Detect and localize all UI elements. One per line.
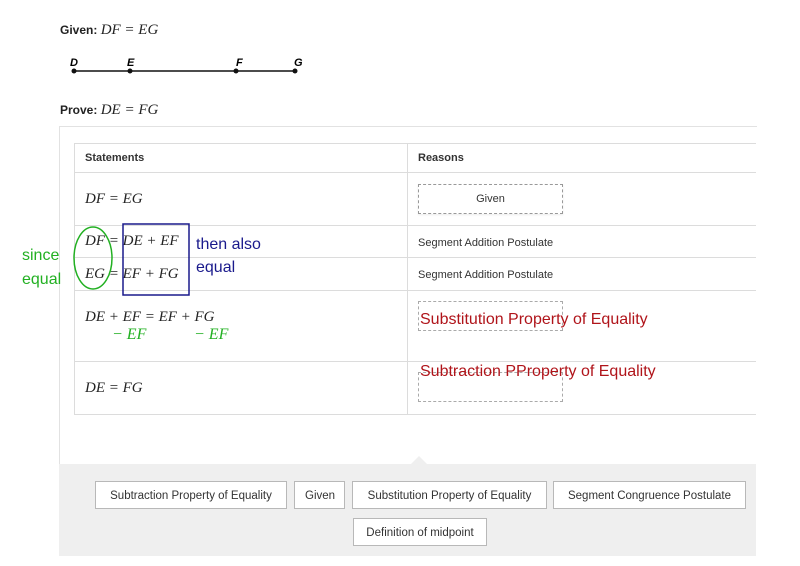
green-circle-annotation [73, 226, 113, 290]
annotation-equal-left: equal [22, 271, 62, 288]
annotation-reason-4: Substitution Property of Equality [420, 311, 648, 328]
annotation-reason-5: Subtraction PProperty of Equality [420, 363, 656, 380]
blue-box-annotation [122, 223, 190, 296]
chip-substitution-property[interactable]: Substitution Property of Equality [352, 481, 547, 509]
annotation-since: since [22, 247, 60, 264]
annotation-minus-ef-1: − EF [112, 326, 147, 343]
chip-subtraction-property[interactable]: Subtraction Property of Equality [95, 481, 287, 509]
annotation-equal-right: equal [196, 259, 236, 276]
chip-segment-congruence[interactable]: Segment Congruence Postulate [553, 481, 746, 509]
reason-bank-notch [410, 456, 428, 465]
annotation-minus-ef-2: − EF [194, 326, 229, 343]
chip-definition-of-midpoint[interactable]: Definition of midpoint [353, 518, 487, 546]
chip-given[interactable]: Given [294, 481, 345, 509]
annotation-then-also: then also [196, 236, 261, 253]
